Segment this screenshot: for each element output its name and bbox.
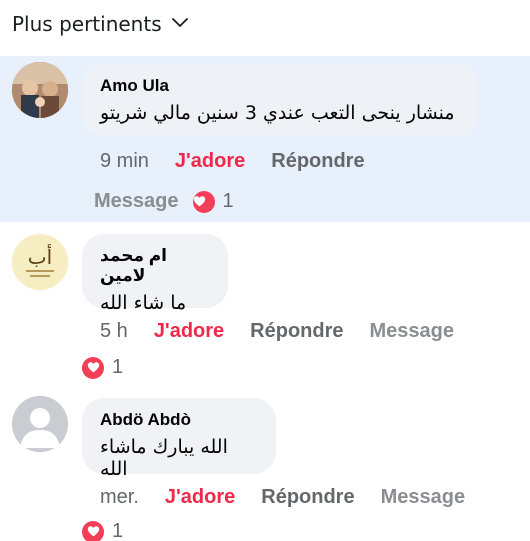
comment-actions: 9 min J'adore Répondre [100, 150, 365, 173]
reaction-count: 1 [112, 356, 124, 378]
like-button[interactable]: J'adore [154, 320, 224, 343]
comment-bubble: Amo Ula منشار ينحى التعب عندي 3 سنين مال… [82, 64, 478, 136]
svg-text:أب: أب [28, 244, 52, 269]
like-button[interactable]: J'adore [175, 150, 245, 173]
comment-item: Abdö Abdò الله يبارك ماشاء الله mer. J'a… [0, 390, 530, 541]
reply-button[interactable]: Répondre [250, 320, 343, 343]
comment-text: منشار ينحى التعب عندي 3 سنين مالي شريتو [100, 102, 455, 124]
comment-time[interactable]: 5 h [100, 320, 128, 343]
comment-author[interactable]: Abdö Abdò [100, 410, 258, 430]
like-button[interactable]: J'adore [165, 486, 235, 509]
comment-item: أب ام محمد لامين ما شاء الله 5 h J'adore… [0, 222, 530, 390]
sort-dropdown[interactable]: Plus pertinents [12, 10, 190, 38]
comment-actions: mer. J'adore Répondre Message [100, 486, 465, 509]
comment-time[interactable]: mer. [100, 486, 139, 509]
heart-icon [192, 190, 215, 213]
comment-bubble: ام محمد لامين ما شاء الله [82, 234, 228, 314]
avatar[interactable]: أب [12, 234, 68, 290]
reaction-count: 1 [222, 190, 234, 212]
comment-actions-row2: Message 1 [94, 190, 234, 213]
reply-button[interactable]: Répondre [271, 150, 364, 173]
sort-label: Plus pertinents [12, 12, 162, 36]
avatar[interactable] [12, 396, 68, 452]
heart-icon [82, 520, 104, 541]
reaction-count: 1 [112, 520, 124, 541]
comment-actions: 5 h J'adore Répondre Message [100, 320, 454, 343]
comment-author[interactable]: ام محمد لامين [100, 246, 210, 286]
comment-text: الله يبارك ماشاء الله [100, 436, 228, 480]
comment-item: Amo Ula منشار ينحى التعب عندي 3 سنين مال… [0, 56, 530, 222]
reaction-summary[interactable]: 1 [82, 356, 123, 379]
chevron-down-icon [170, 12, 190, 36]
comment-author[interactable]: Amo Ula [100, 76, 460, 96]
heart-icon [82, 356, 104, 379]
reply-button[interactable]: Répondre [261, 486, 354, 509]
comment-bubble: Abdö Abdò الله يبارك ماشاء الله [82, 398, 276, 480]
avatar[interactable] [12, 62, 68, 118]
reaction-summary[interactable]: 1 [82, 520, 123, 541]
message-button[interactable]: Message [94, 190, 179, 213]
reaction-summary[interactable]: 1 [192, 190, 234, 213]
comment-time[interactable]: 9 min [100, 150, 149, 173]
comment-text: ما شاء الله [100, 292, 187, 314]
message-button[interactable]: Message [381, 486, 466, 509]
message-button[interactable]: Message [370, 320, 455, 343]
